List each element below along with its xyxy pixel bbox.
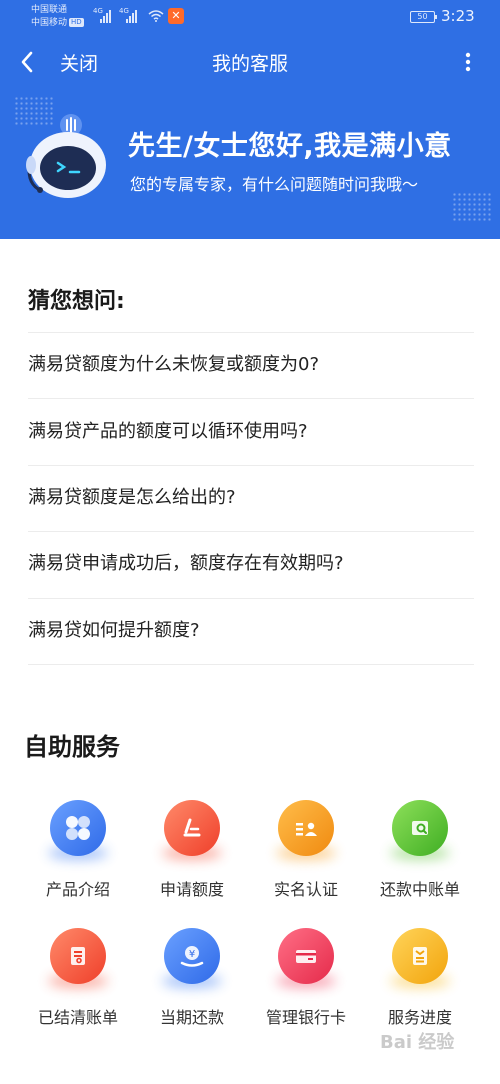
yen-hand-icon: ¥ [164, 928, 220, 984]
service-label: 还款中账单 [379, 880, 460, 899]
divider [28, 664, 474, 665]
service-repaying-bills[interactable]: 还款中账单 [365, 800, 475, 900]
header-banner: 中国联通 中国移动 HD 4G 4G ✕ 50 3:23 关闭 我的客服 先生/… [0, 0, 500, 239]
services-title: 自助服务 [24, 733, 120, 761]
document-icon [50, 928, 106, 984]
status-bar: 中国联通 中国移动 HD 4G 4G ✕ 50 3:23 [0, 0, 500, 36]
greeting-title: 先生/女士您好,我是满小意 [128, 131, 452, 162]
hd-badge: HD [69, 18, 84, 27]
faq-question[interactable]: 满易贷如何提升额度? [28, 619, 474, 643]
faq-title: 猜您想问: [28, 289, 125, 314]
faq-question[interactable]: 满易贷申请成功后，额度存在有效期吗? [28, 552, 474, 576]
faq-question[interactable]: 满易贷额度是怎么给出的? [28, 486, 474, 510]
watermark: Bai 经验 [380, 1032, 455, 1053]
signal-icon-2 [126, 9, 137, 23]
service-label: 已结清账单 [37, 1008, 118, 1027]
back-arrow-icon[interactable] [16, 48, 40, 76]
battery-level: 50 [417, 12, 428, 21]
greeting-subtitle: 您的专属专家，有什么问题随时问我哦～ [130, 175, 419, 194]
service-label: 当期还款 [159, 1008, 224, 1027]
carrier-1: 中国联通 [31, 5, 68, 15]
faq-question[interactable]: 满易贷产品的额度可以循环使用吗? [28, 420, 474, 444]
battery-icon: 50 [410, 11, 437, 23]
grid-icon [50, 800, 106, 856]
more-menu-icon[interactable] [456, 48, 480, 76]
service-progress[interactable]: 服务进度 [365, 928, 475, 1028]
progress-icon [392, 928, 448, 984]
decor-dots [452, 192, 492, 222]
service-label: 管理银行卡 [265, 1008, 346, 1027]
service-label: 产品介绍 [45, 880, 110, 899]
service-label: 实名认证 [273, 880, 338, 899]
robot-avatar-icon [26, 114, 106, 198]
close-button[interactable]: 关闭 [60, 49, 98, 76]
signal-icon-1 [100, 9, 111, 23]
status-time: 3:23 [441, 7, 475, 25]
id-card-icon [278, 800, 334, 856]
service-manage-bank-card[interactable]: 管理银行卡 [251, 928, 361, 1028]
edit-icon [164, 800, 220, 856]
service-label: 服务进度 [387, 1008, 452, 1027]
carrier-info: 中国联通 中国移动 HD [31, 4, 84, 30]
service-current-repayment[interactable]: ¥ 当期还款 [137, 928, 247, 1028]
wifi-icon [148, 10, 164, 22]
service-label: 申请额度 [159, 880, 224, 899]
carrier-2: 中国移动 [31, 18, 68, 28]
divider [28, 398, 474, 399]
divider [28, 598, 474, 599]
faq-question[interactable]: 满易贷额度为什么未恢复或额度为0? [28, 353, 474, 377]
service-product-intro[interactable]: 产品介绍 [23, 800, 133, 900]
service-apply-credit[interactable]: 申请额度 [137, 800, 247, 900]
service-real-name-auth[interactable]: 实名认证 [251, 800, 361, 900]
divider [28, 332, 474, 333]
nav-bar: 关闭 我的客服 [0, 40, 500, 84]
svg-text:¥: ¥ [189, 949, 195, 960]
divider [28, 531, 474, 532]
bank-card-icon [278, 928, 334, 984]
divider [28, 465, 474, 466]
bill-search-icon [392, 800, 448, 856]
app-notification-icon: ✕ [168, 8, 184, 24]
service-settled-bills[interactable]: 已结清账单 [23, 928, 133, 1028]
